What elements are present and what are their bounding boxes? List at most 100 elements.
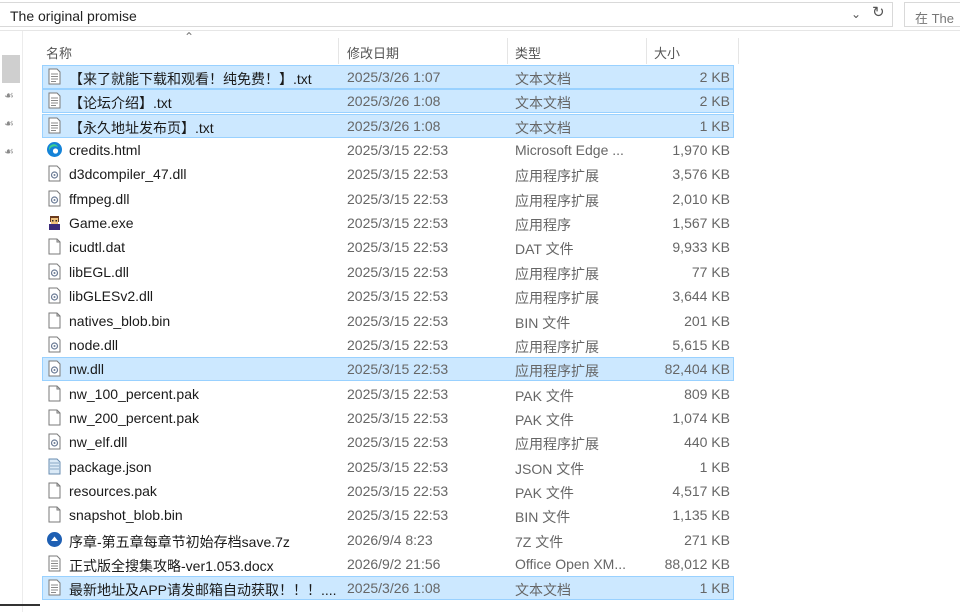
file-row[interactable]: credits.html 2025/3/15 22:53 Microsoft Edg… [42, 138, 734, 162]
file-row[interactable]: package.json 2025/3/15 22:53 JSON 文件 1 KB [42, 455, 734, 479]
file-row[interactable]: nw_elf.dll 2025/3/15 22:53 应用程序扩展 440 KB [42, 430, 734, 454]
nav-scrollbar[interactable] [2, 55, 20, 83]
file-row[interactable]: d3dcompiler_47.dll 2025/3/15 22:53 应用程序扩展 3… [42, 162, 734, 186]
status-bar-edge [0, 604, 40, 606]
search-placeholder: 在 The [915, 11, 955, 26]
address-path: The original promise [10, 8, 137, 24]
file-row[interactable]: libGLESv2.dll 2025/3/15 22:53 应用程序扩展 3,644 … [42, 284, 734, 308]
file-name: nw.dll [69, 361, 105, 378]
file-type: 文本文档 [515, 95, 571, 112]
dll-icon [46, 433, 63, 450]
file-date: 2025/3/26 1:08 [347, 117, 441, 134]
file-name: 【永久地址发布页】.txt [69, 119, 214, 136]
file-name: credits.html [69, 142, 141, 159]
archive-7z-icon [46, 531, 63, 548]
search-input[interactable]: 在 The [904, 2, 960, 27]
file-row[interactable]: 序章-第五章每章节初始存档save.7z 2026/9/4 8:23 7Z 文件 27… [42, 528, 734, 552]
file-size: 1,074 KB [672, 409, 730, 426]
file-type: 文本文档 [515, 71, 571, 87]
file-type: JSON 文件 [515, 460, 585, 477]
chevron-down-icon[interactable]: ⌄ [851, 7, 861, 21]
file-type: 应用程序 [515, 217, 571, 234]
file-type: PAK 文件 [515, 411, 574, 428]
text-file-icon [46, 117, 63, 134]
file-size: 2,010 KB [672, 190, 730, 207]
file-date: 2025/3/26 1:08 [347, 93, 441, 110]
dll-icon [46, 165, 63, 182]
file-name: snapshot_blob.bin [69, 507, 183, 524]
file-name: nw_elf.dll [69, 434, 128, 451]
file-row[interactable]: nw_100_percent.pak 2025/3/15 22:53 PAK 文件 8… [42, 382, 734, 406]
file-size: 1,135 KB [672, 507, 730, 524]
file-size: 2 KB [699, 69, 730, 85]
dll-icon [46, 263, 63, 280]
edge-icon [46, 141, 63, 158]
file-size: 4,517 KB [672, 482, 730, 499]
file-date: 2025/3/15 22:53 [347, 409, 449, 426]
file-date: 2025/3/15 22:53 [347, 263, 449, 280]
dll-icon [46, 336, 63, 353]
column-header-date[interactable]: 修改日期 [339, 38, 507, 64]
file-row[interactable]: nw_200_percent.pak 2025/3/15 22:53 PAK 文件 1… [42, 406, 734, 430]
file-row[interactable]: libEGL.dll 2025/3/15 22:53 应用程序扩展 77 KB [42, 260, 734, 284]
text-file-icon [46, 68, 63, 85]
file-row[interactable]: nw.dll 2025/3/15 22:53 应用程序扩展 82,404 KB [42, 357, 734, 382]
file-type: 文本文档 [515, 582, 571, 599]
file-date: 2025/3/15 22:53 [347, 482, 449, 499]
file-date: 2025/3/15 22:53 [347, 336, 449, 353]
file-row[interactable]: 正式版全搜集攻略-ver1.053.docx 2026/9/2 21:56 Offi… [42, 552, 734, 576]
file-date: 2025/3/15 22:53 [347, 288, 449, 305]
column-header-name[interactable]: 名称 [42, 38, 338, 64]
file-name: 【来了就能下载和观看！纯免费！】.txt [69, 71, 312, 87]
file-row[interactable]: 【永久地址发布页】.txt 2025/3/26 1:08 文本文档 1 KB [42, 113, 734, 138]
blank-file-icon [46, 482, 63, 499]
address-field[interactable]: The original promise ⌄ [0, 2, 893, 27]
dll-icon [46, 190, 63, 207]
file-date: 2026/9/2 21:56 [347, 556, 441, 572]
file-size: 271 KB [684, 531, 730, 548]
address-bar: The original promise ⌄ ↻ 在 The [0, 0, 960, 31]
file-size: 1 KB [699, 580, 730, 597]
file-row[interactable]: natives_blob.bin 2025/3/15 22:53 BIN 文件 201… [42, 309, 734, 333]
navigation-pane: ☙ ☙ ☙ [0, 31, 22, 612]
file-size: 1,970 KB [672, 142, 730, 159]
file-type: 应用程序扩展 [515, 436, 599, 453]
column-separator[interactable] [738, 38, 739, 64]
pin-icon: ☙ [4, 118, 14, 130]
blank-file-icon [46, 409, 63, 426]
file-row[interactable]: resources.pak 2025/3/15 22:53 PAK 文件 4,517 … [42, 479, 734, 503]
file-size: 77 KB [691, 263, 730, 280]
file-date: 2025/3/15 22:53 [347, 385, 449, 402]
file-date: 2025/3/15 22:53 [347, 361, 449, 378]
game-exe-icon [46, 214, 63, 231]
file-name: node.dll [69, 336, 119, 353]
file-type: DAT 文件 [515, 241, 574, 258]
file-size: 440 KB [684, 434, 730, 451]
file-type: PAK 文件 [515, 484, 574, 501]
file-date: 2026/9/4 8:23 [347, 531, 433, 548]
file-size: 88,012 KB [664, 556, 730, 572]
file-type: PAK 文件 [515, 387, 574, 404]
file-date: 2025/3/15 22:53 [347, 458, 449, 475]
file-row[interactable]: 最新地址及APP请发邮箱自动获取！！！.... 2025/3/26 1:08 文本文… [42, 576, 734, 601]
file-size: 3,576 KB [672, 166, 730, 183]
blank-file-icon [46, 385, 63, 402]
refresh-icon[interactable]: ↻ [872, 3, 885, 21]
file-type: BIN 文件 [515, 314, 571, 331]
file-date: 2025/3/15 22:53 [347, 142, 449, 159]
file-row[interactable]: 【来了就能下载和观看！纯免费！】.txt 2025/3/26 1:07 文本文档 2 … [42, 65, 734, 89]
file-row[interactable]: node.dll 2025/3/15 22:53 应用程序扩展 5,615 KB [42, 333, 734, 357]
file-row[interactable]: snapshot_blob.bin 2025/3/15 22:53 BIN 文件 1,… [42, 503, 734, 527]
blank-file-icon [46, 238, 63, 255]
file-size: 809 KB [684, 385, 730, 402]
pane-divider [22, 31, 23, 612]
file-row[interactable]: icudtl.dat 2025/3/15 22:53 DAT 文件 9,933 KB [42, 235, 734, 259]
file-row[interactable]: Game.exe 2025/3/15 22:53 应用程序 1,567 KB [42, 211, 734, 235]
column-header-size[interactable]: 大小 [647, 38, 739, 64]
file-name: libEGL.dll [69, 263, 129, 280]
file-row[interactable]: 【论坛介绍】.txt 2025/3/26 1:08 文本文档 2 KB [42, 89, 734, 114]
file-name: 【论坛介绍】.txt [69, 95, 172, 112]
column-header-type[interactable]: 类型 [508, 38, 646, 64]
file-type: 应用程序扩展 [515, 338, 599, 355]
file-row[interactable]: ffmpeg.dll 2025/3/15 22:53 应用程序扩展 2,010 KB [42, 187, 734, 211]
